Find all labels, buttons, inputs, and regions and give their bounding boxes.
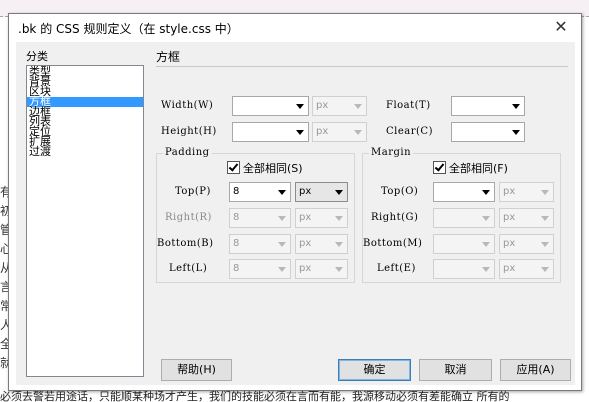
float-label: Float(T) xyxy=(386,100,431,111)
chevron-down-icon xyxy=(278,242,286,247)
chevron-down-icon xyxy=(482,216,490,221)
padding-left-select[interactable]: 8 xyxy=(229,259,291,279)
margin-top-label: Top(O) xyxy=(381,186,419,197)
width-select[interactable] xyxy=(232,96,309,116)
category-list[interactable]: 类型 背景 区块 方框 边框 列表 定位 扩展 过渡 xyxy=(26,65,144,377)
margin-left-unit-select[interactable]: px xyxy=(499,259,554,279)
checkbox-checked-icon xyxy=(433,161,446,174)
margin-right-select[interactable] xyxy=(433,208,495,228)
chevron-down-icon xyxy=(512,104,520,109)
height-select[interactable] xyxy=(232,122,309,142)
margin-left-select[interactable] xyxy=(433,259,495,279)
chevron-down-icon xyxy=(278,190,286,195)
margin-same-checkbox[interactable]: 全部相同(F) xyxy=(433,160,508,176)
section-title: 方框 xyxy=(156,50,181,64)
apply-button[interactable]: 应用(A) xyxy=(500,359,571,381)
padding-same-checkbox[interactable]: 全部相同(S) xyxy=(227,160,303,176)
chevron-down-icon xyxy=(335,242,343,247)
margin-bottom-label: Bottom(M) xyxy=(363,238,423,249)
dialog-title: .bk 的 CSS 规则定义（在 style.css 中） xyxy=(18,22,239,36)
padding-top-label: Top(P) xyxy=(175,186,211,197)
padding-right-select[interactable]: 8 xyxy=(229,208,291,228)
width-label: Width(W) xyxy=(161,100,214,111)
css-rule-definition-dialog: .bk 的 CSS 规则定义（在 style.css 中） ✕ 分类 类型 背景… xyxy=(8,13,582,391)
padding-bottom-unit-select[interactable]: px xyxy=(295,234,348,254)
chevron-down-icon xyxy=(354,104,362,109)
chevron-down-icon xyxy=(335,190,343,195)
category-item-transition[interactable]: 过渡 xyxy=(27,146,143,157)
chevron-down-icon xyxy=(482,267,490,272)
padding-right-label: Right(R) xyxy=(165,212,212,223)
chevron-down-icon xyxy=(512,130,520,135)
padding-group-title: Padding xyxy=(163,147,212,158)
padding-left-unit-select[interactable]: px xyxy=(295,259,348,279)
help-button[interactable]: 帮助(H) xyxy=(161,359,232,381)
category-label: 分类 xyxy=(26,50,48,63)
checkbox-checked-icon xyxy=(227,161,240,174)
close-icon[interactable]: ✕ xyxy=(551,18,571,36)
chevron-down-icon xyxy=(482,190,490,195)
chevron-down-icon xyxy=(335,267,343,272)
section-divider xyxy=(156,66,568,67)
chevron-down-icon xyxy=(296,104,304,109)
margin-group-title: Margin xyxy=(369,147,414,158)
margin-bottom-select[interactable] xyxy=(433,234,495,254)
chevron-down-icon xyxy=(541,267,549,272)
width-unit-select[interactable]: px xyxy=(312,96,367,116)
clear-label: Clear(C) xyxy=(386,126,433,137)
clear-select[interactable] xyxy=(451,122,525,142)
padding-bottom-select[interactable]: 8 xyxy=(229,234,291,254)
padding-left-label: Left(L) xyxy=(169,263,208,274)
chevron-down-icon xyxy=(296,130,304,135)
dialog-body: 分类 类型 背景 区块 方框 边框 列表 定位 扩展 过渡 方框 Width(W… xyxy=(16,42,575,385)
dialog-titlebar[interactable]: .bk 的 CSS 规则定义（在 style.css 中） ✕ xyxy=(9,14,581,42)
margin-right-label: Right(G) xyxy=(371,212,419,223)
chevron-down-icon xyxy=(335,216,343,221)
padding-top-select[interactable]: 8 xyxy=(229,182,291,202)
margin-bottom-unit-select[interactable]: px xyxy=(499,234,554,254)
chevron-down-icon xyxy=(482,242,490,247)
padding-bottom-label: Bottom(B) xyxy=(157,238,214,249)
chevron-down-icon xyxy=(541,190,549,195)
cancel-button[interactable]: 取消 xyxy=(419,359,492,381)
chevron-down-icon xyxy=(541,242,549,247)
height-label: Height(H) xyxy=(161,126,217,137)
padding-group: Padding 全部相同(S) Top(P) 8 px Right(R) 8 p… xyxy=(156,147,355,283)
margin-group: Margin 全部相同(F) Top(O) px Right(G) px Bot… xyxy=(362,147,561,283)
chevron-down-icon xyxy=(278,216,286,221)
padding-right-unit-select[interactable]: px xyxy=(295,208,348,228)
chevron-down-icon xyxy=(354,130,362,135)
chevron-down-icon xyxy=(541,216,549,221)
ok-button[interactable]: 确定 xyxy=(338,359,411,381)
margin-right-unit-select[interactable]: px xyxy=(499,208,554,228)
chevron-down-icon xyxy=(278,267,286,272)
height-unit-select[interactable]: px xyxy=(312,122,367,142)
margin-left-label: Left(E) xyxy=(377,263,416,274)
margin-top-select[interactable] xyxy=(433,182,495,202)
float-select[interactable] xyxy=(451,96,525,116)
padding-top-unit-select[interactable]: px xyxy=(295,182,348,202)
margin-top-unit-select[interactable]: px xyxy=(499,182,554,202)
